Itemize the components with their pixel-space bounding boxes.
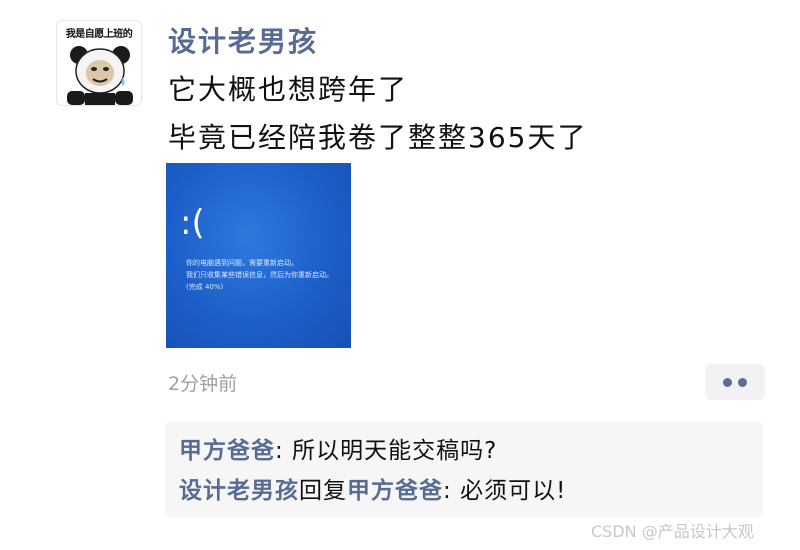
- bsod-line-1: 你的电脑遇到问题，需要重新启动。: [186, 259, 298, 267]
- comment-separator: :: [443, 478, 461, 504]
- comments-box: 甲方爸爸: 所以明天能交稿吗? 设计老男孩回复甲方爸爸: 必须可以!: [165, 421, 763, 517]
- post-image-bsod[interactable]: :( 你的电脑遇到问题，需要重新启动。 我们只收集某些错误信息，然后为你重新启动…: [166, 163, 351, 348]
- comment-author[interactable]: 甲方爸爸: [179, 438, 275, 464]
- post-text: 它大概也想跨年了 毕竟已经陪我卷了整整365天了: [168, 66, 768, 162]
- reply-to-name[interactable]: 甲方爸爸: [347, 478, 443, 504]
- comment-separator: :: [275, 438, 293, 464]
- reply-word: 回复: [299, 478, 347, 504]
- avatar-caption: 我是自愿上班的: [65, 29, 133, 40]
- comment-2[interactable]: 设计老男孩回复甲方爸爸: 必须可以!: [179, 475, 566, 507]
- author-name[interactable]: 设计老男孩: [168, 24, 318, 60]
- avatar[interactable]: 我是自愿上班的: [56, 20, 142, 106]
- more-actions-button[interactable]: [705, 364, 765, 400]
- ellipsis-icon: [723, 377, 732, 387]
- post-line-2: 毕竟已经陪我卷了整整365天了: [168, 121, 588, 154]
- bsod-line-2: 我们只收集某些错误信息，然后为你重新启动。: [186, 271, 333, 279]
- post-timestamp: 2分钟前: [168, 373, 238, 395]
- comment-text: 所以明天能交稿吗?: [292, 438, 498, 464]
- ellipsis-icon: [738, 377, 747, 387]
- bsod-sad-face: :(: [180, 203, 205, 243]
- comment-1[interactable]: 甲方爸爸: 所以明天能交稿吗?: [179, 435, 497, 467]
- bsod-line-3: (完成 40%): [186, 283, 224, 291]
- post-line-1: 它大概也想跨年了: [168, 73, 409, 106]
- bsod-message: 你的电脑遇到问题，需要重新启动。 我们只收集某些错误信息，然后为你重新启动。 (…: [186, 257, 346, 293]
- comment-author[interactable]: 设计老男孩: [179, 478, 299, 504]
- watermark: CSDN @产品设计大观: [591, 522, 754, 541]
- comment-text: 必须可以!: [460, 478, 567, 504]
- moments-post: 我是自愿上班的 设计老男孩 它大概也想跨年了 毕竟已经陪我卷了整整365天了 :…: [0, 0, 800, 550]
